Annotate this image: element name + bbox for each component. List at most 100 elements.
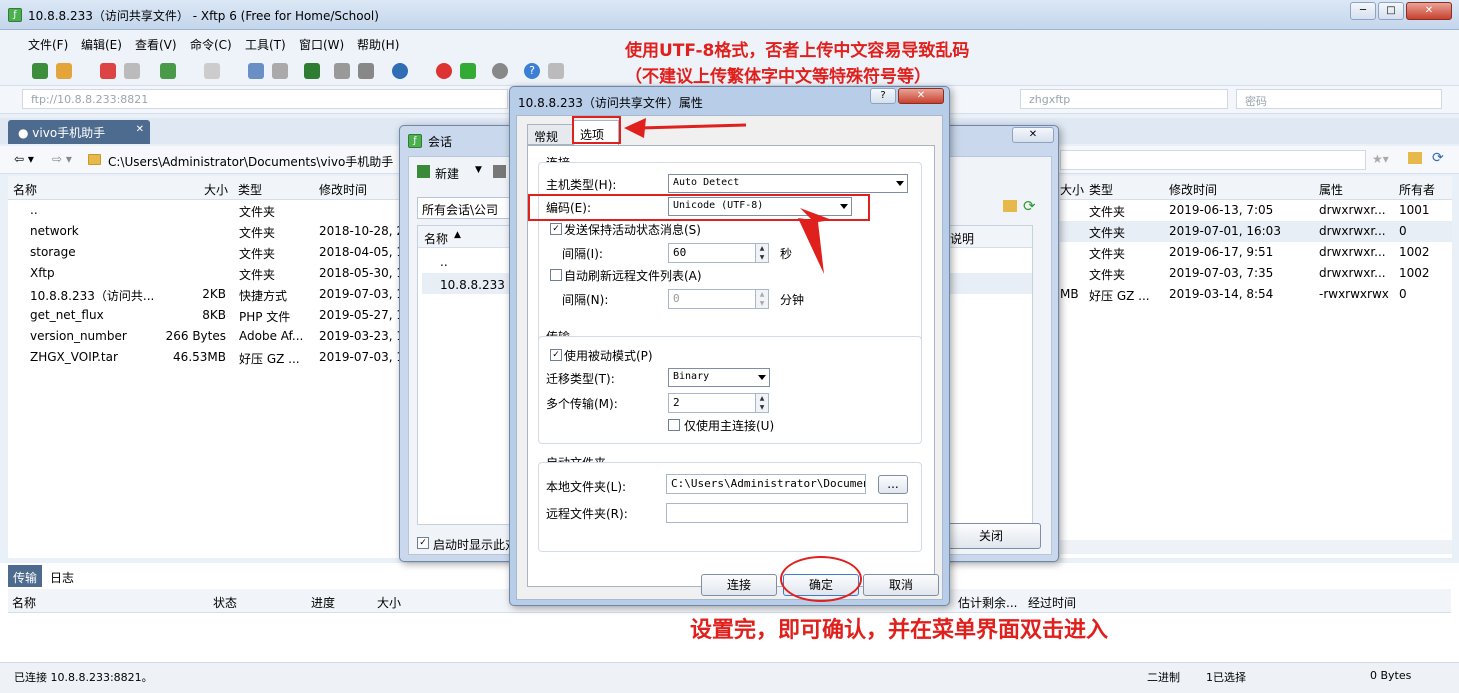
col-size[interactable]: 大小 <box>1060 181 1084 198</box>
copy-icon[interactable] <box>334 63 350 79</box>
refresh-icon[interactable]: ⟳ <box>1023 197 1036 215</box>
table-row[interactable]: .. 文件夹 <box>8 200 400 221</box>
disconnect-icon[interactable] <box>100 63 116 79</box>
multi-transfer-spinner[interactable]: ▲ ▼ <box>756 393 769 413</box>
col-name[interactable]: 名称 <box>13 181 37 198</box>
properties-close-icon[interactable]: ✕ <box>898 88 944 104</box>
main-connection-checkbox[interactable] <box>668 419 680 431</box>
table-row[interactable]: version_number 266 Bytes Adobe Af... 2019-0… <box>8 326 400 347</box>
refresh-icon[interactable]: ⟳ <box>1432 150 1444 166</box>
terminal-icon[interactable] <box>204 63 220 79</box>
tab-transfer[interactable]: 传输 <box>8 565 42 587</box>
passive-mode-checkbox[interactable]: ✓ <box>550 349 562 361</box>
menu-edit[interactable]: 编辑(E) <box>81 36 122 53</box>
table-row[interactable]: 文件夹 2019-07-03, 7:35 drwxrwxr... 1002 <box>1060 263 1452 284</box>
multi-transfer-input[interactable]: 2 <box>668 393 756 413</box>
col-name[interactable]: 名称 <box>12 594 36 611</box>
refresh-interval-input[interactable]: 0 <box>668 289 756 309</box>
list-item[interactable]: .. <box>422 252 512 273</box>
table-row[interactable]: 文件夹 2019-07-01, 16:03 drwxrwxr... 0 <box>1060 221 1452 242</box>
col-name[interactable]: 名称 <box>424 230 448 247</box>
local-path[interactable]: C:\Users\Administrator\Documents\vivo手机助… <box>108 153 393 170</box>
bookmark-icon[interactable]: ★▾ <box>1372 152 1389 166</box>
home-icon[interactable] <box>1408 152 1422 164</box>
remote-folder-input[interactable] <box>666 503 908 523</box>
autorefresh-checkbox[interactable] <box>550 269 562 281</box>
local-folder-input[interactable]: C:\Users\Administrator\Documents <box>666 474 866 494</box>
close-window-button[interactable]: ✕ <box>1406 2 1452 20</box>
help-icon[interactable]: ? <box>524 63 540 79</box>
host-input[interactable]: ftp://10.8.8.233:8821 <box>22 89 508 109</box>
refresh-interval-spinner[interactable]: ▲ ▼ <box>756 289 769 309</box>
col-progress[interactable]: 进度 <box>311 594 335 611</box>
table-row[interactable]: storage 文件夹 2018-04-05, 1 <box>8 242 400 263</box>
table-row[interactable]: ZHGX_VOIP.tar 46.53MB 好压 GZ ... 2019-07-03,… <box>8 347 400 368</box>
connect-button[interactable]: 连接 <box>701 574 777 596</box>
sync-icon[interactable] <box>304 63 320 79</box>
col-type[interactable]: 类型 <box>1089 181 1113 198</box>
transfer-right-icon[interactable] <box>272 63 288 79</box>
col-mtime[interactable]: 修改时间 <box>1169 181 1217 198</box>
new-dropdown-icon[interactable]: ▼ <box>475 165 482 175</box>
new-session-button[interactable]: 新建 <box>435 165 459 182</box>
transfer-type-select[interactable]: Binary <box>668 368 770 387</box>
table-row[interactable]: MB 好压 GZ ... 2019-03-14, 8:54 -rwxrwxrwx 0 <box>1060 284 1452 305</box>
col-status[interactable]: 状态 <box>213 594 237 611</box>
session-folder-path[interactable]: 所有会话\公司 <box>417 197 513 219</box>
menu-command[interactable]: 命令(C) <box>190 36 232 53</box>
reconnect-icon[interactable] <box>124 63 140 79</box>
col-eta[interactable]: 估计剩余... <box>958 594 1017 611</box>
table-row[interactable]: get_net_flux 8KB PHP 文件 2019-05-27, 1 <box>8 305 400 326</box>
session-close-button[interactable]: 关闭 <box>941 523 1041 549</box>
col-desc[interactable]: 说明 <box>950 230 974 247</box>
remote-path-input[interactable] <box>1060 150 1366 170</box>
col-elapsed[interactable]: 经过时间 <box>1028 594 1076 611</box>
menu-help[interactable]: 帮助(H) <box>357 36 399 53</box>
table-row[interactable]: Xftp 文件夹 2018-05-30, 1 <box>8 263 400 284</box>
startup-checkbox[interactable]: ✓ <box>417 537 429 549</box>
cancel-button[interactable]: 取消 <box>863 574 939 596</box>
open-folder-icon[interactable] <box>56 63 72 79</box>
table-row[interactable]: 文件夹 2019-06-17, 9:51 drwxrwxr... 1002 <box>1060 242 1452 263</box>
col-attr[interactable]: 属性 <box>1319 181 1343 198</box>
transfer-left-icon[interactable] <box>248 63 264 79</box>
new-session-icon[interactable] <box>417 165 430 178</box>
menu-window[interactable]: 窗口(W) <box>299 36 344 53</box>
username-input[interactable]: zhgxftp <box>1020 89 1228 109</box>
save-icon[interactable] <box>493 165 506 178</box>
home-icon[interactable] <box>1003 200 1017 212</box>
col-type[interactable]: 类型 <box>238 181 262 198</box>
menu-tools[interactable]: 工具(T) <box>245 36 286 53</box>
horizontal-scrollbar[interactable] <box>1060 540 1452 554</box>
globe-icon[interactable] <box>392 63 408 79</box>
new-session-icon[interactable] <box>32 63 48 79</box>
chat-icon[interactable] <box>548 63 564 79</box>
tab-vivo[interactable]: ● vivo手机助手 ✕ <box>8 120 150 144</box>
minimize-button[interactable]: ─ <box>1350 2 1376 20</box>
menu-view[interactable]: 查看(V) <box>135 36 177 53</box>
forward-icon[interactable]: ⇨ ▾ <box>52 152 72 166</box>
table-row[interactable]: network 文件夹 2018-10-28, 2 <box>8 221 400 242</box>
browse-button[interactable]: ... <box>878 475 908 494</box>
xshell-icon[interactable] <box>436 63 452 79</box>
table-row[interactable]: 10.8.8.233（访问共... 2KB 快捷方式 2019-07-03, 1 <box>8 284 400 305</box>
col-mtime[interactable]: 修改时间 <box>319 181 367 198</box>
col-size[interactable]: 大小 <box>204 181 228 198</box>
gear-icon[interactable] <box>492 63 508 79</box>
keepalive-checkbox[interactable]: ✓ <box>550 223 562 235</box>
col-owner[interactable]: 所有者 <box>1399 181 1435 198</box>
table-row[interactable]: 文件夹 2019-06-13, 7:05 drwxrwxr... 1001 <box>1060 200 1452 221</box>
tab-log[interactable]: 日志 <box>50 569 74 586</box>
paste-icon[interactable] <box>358 63 374 79</box>
maximize-button[interactable]: □ <box>1378 2 1404 20</box>
session-close-icon[interactable]: ✕ <box>1012 127 1054 143</box>
new-folder-icon[interactable] <box>160 63 176 79</box>
col-size[interactable]: 大小 <box>377 594 401 611</box>
menu-file[interactable]: 文件(F) <box>28 36 68 53</box>
help-button[interactable]: ? <box>870 88 896 104</box>
back-icon[interactable]: ⇦ ▾ <box>14 152 34 166</box>
tab-general[interactable]: 常规 <box>527 124 573 145</box>
tab-close-icon[interactable]: ✕ <box>136 124 144 135</box>
xftp-icon[interactable] <box>460 63 476 79</box>
password-input[interactable]: 密码 <box>1236 89 1442 109</box>
